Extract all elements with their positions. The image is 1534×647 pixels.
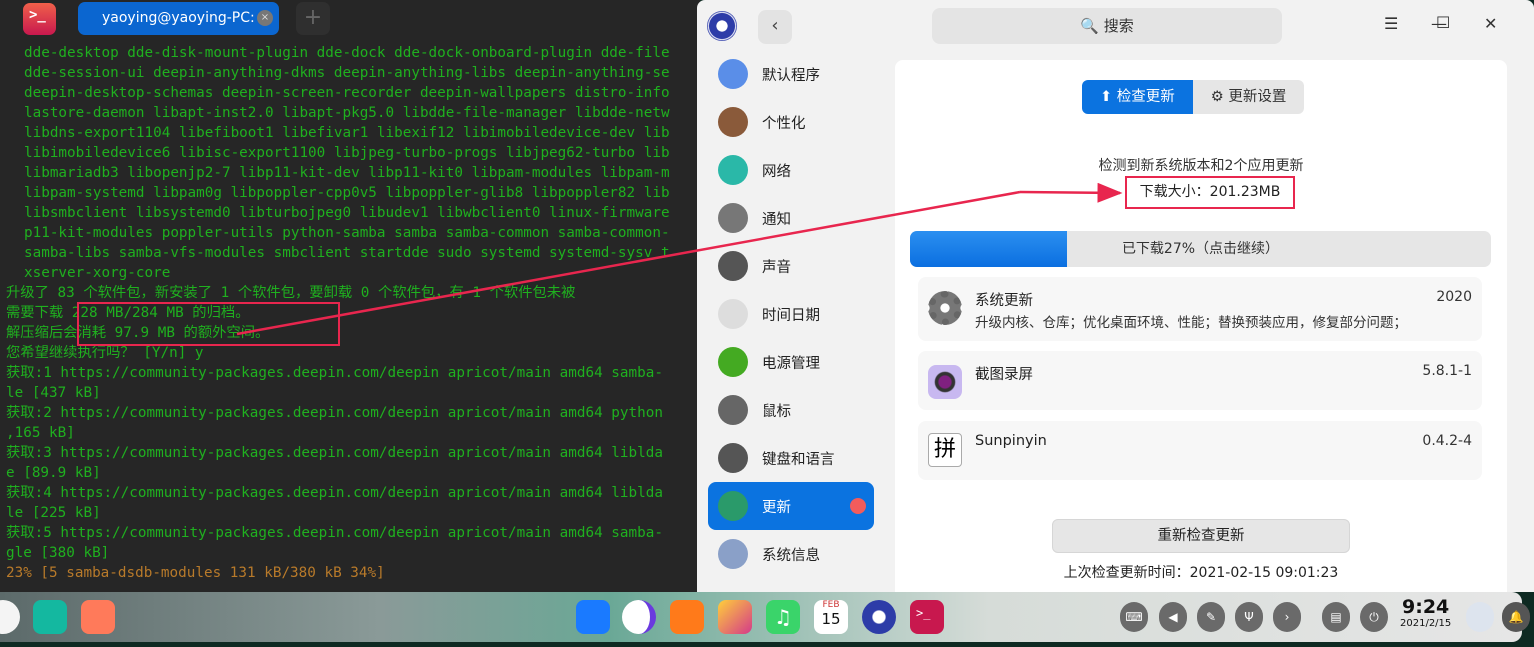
annotation-arrow xyxy=(236,182,1123,336)
file-manager-icon[interactable] xyxy=(576,600,610,634)
keyboard-icon[interactable]: ⌨ xyxy=(1120,602,1148,632)
usb-icon[interactable]: Ψ xyxy=(1235,602,1263,632)
calendar-month: FEB xyxy=(822,600,840,610)
date: 2021/2/15 xyxy=(1400,618,1452,629)
clock[interactable]: 9:24 2021/2/15 xyxy=(1400,596,1451,629)
trash-icon[interactable] xyxy=(1466,602,1494,632)
notification-bell-icon[interactable]: 🔔 xyxy=(1502,602,1530,632)
dock: ♫ FEB 15 >_ ⌨ ◀ ✎ Ψ › ▤ ⏻ 9:24 2021/2/15 🔔 xyxy=(0,592,1530,642)
time: 9:24 xyxy=(1402,596,1450,618)
onboard-keyboard-icon[interactable]: ▤ xyxy=(1322,602,1350,632)
terminal-icon[interactable]: >_ xyxy=(910,600,944,634)
launcher-icon[interactable] xyxy=(0,600,20,634)
volume-icon[interactable]: ◀ xyxy=(1159,602,1187,632)
pen-icon[interactable]: ✎ xyxy=(1197,602,1225,632)
power-icon[interactable]: ⏻ xyxy=(1360,602,1388,632)
app-store-icon[interactable] xyxy=(670,600,704,634)
control-center-icon[interactable] xyxy=(862,600,896,634)
calendar-day: 15 xyxy=(821,610,841,628)
browser-icon[interactable] xyxy=(622,600,656,634)
multitask-icon[interactable] xyxy=(33,600,67,634)
image-viewer-icon[interactable] xyxy=(718,600,752,634)
arrow-line xyxy=(1019,182,1123,203)
arrow-line xyxy=(236,190,1021,336)
music-icon[interactable]: ♫ xyxy=(766,600,800,634)
calendar-icon[interactable]: FEB 15 xyxy=(814,600,848,634)
workspace-icon[interactable] xyxy=(81,600,115,634)
expand-icon[interactable]: › xyxy=(1273,602,1301,632)
